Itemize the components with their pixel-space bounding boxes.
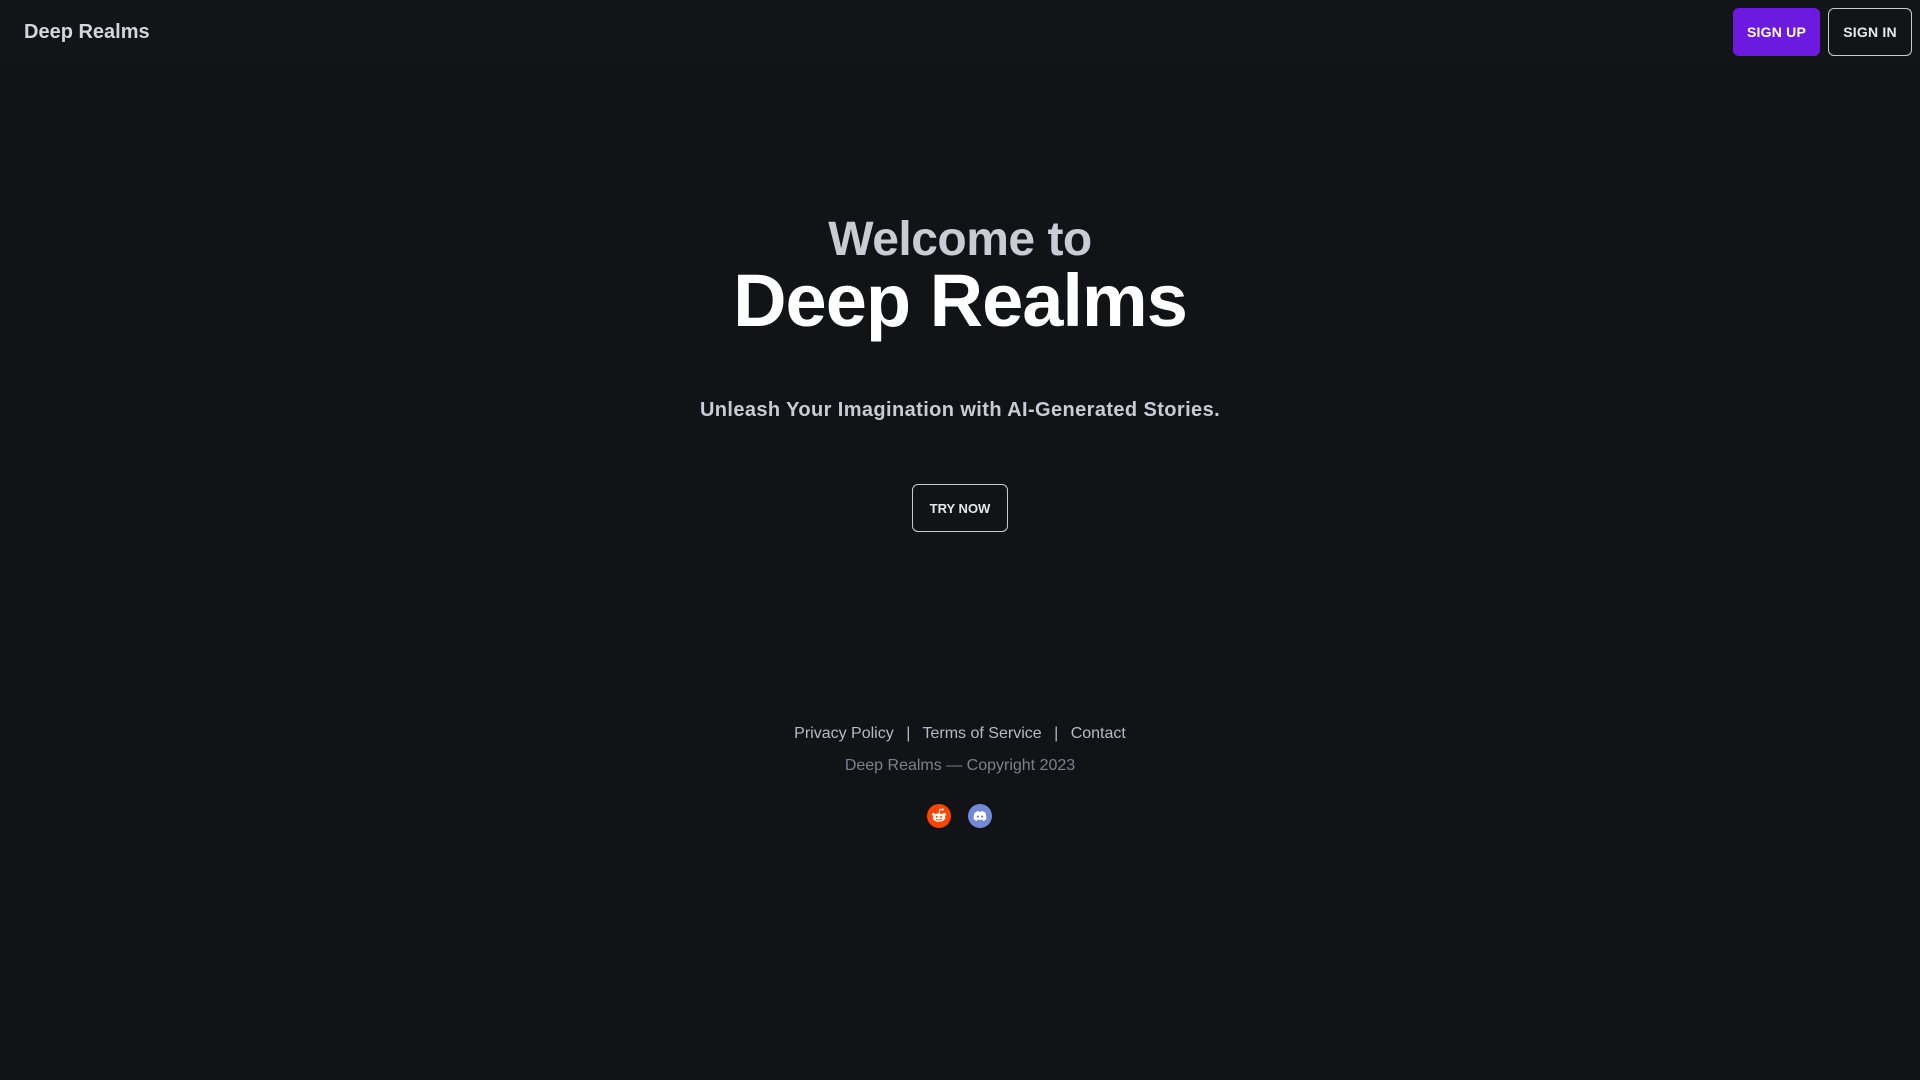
privacy-policy-link[interactable]: Privacy Policy: [794, 725, 894, 742]
brand-logo-link[interactable]: Deep Realms: [24, 0, 150, 64]
terms-of-service-link[interactable]: Terms of Service: [923, 725, 1042, 742]
contact-link[interactable]: Contact: [1071, 725, 1126, 742]
sign-up-button[interactable]: SIGN UP: [1733, 8, 1820, 56]
footer-separator: |: [906, 725, 911, 742]
social-links: [927, 804, 992, 828]
footer-separator: |: [1054, 725, 1059, 742]
sign-in-button[interactable]: SIGN IN: [1828, 8, 1912, 56]
top-navbar: Deep Realms SIGN UP SIGN IN: [0, 0, 1920, 64]
hero-tagline: Unleash Your Imagination with AI-Generat…: [699, 399, 1221, 421]
discord-icon[interactable]: [968, 804, 992, 828]
try-now-button[interactable]: TRY NOW: [912, 484, 1008, 532]
footer-links: Privacy Policy | Terms of Service | Cont…: [0, 725, 1920, 743]
hero-title: Deep Realms: [733, 259, 1188, 342]
copyright-text: Deep Realms — Copyright 2023: [844, 757, 1076, 774]
reddit-icon[interactable]: [927, 804, 951, 828]
